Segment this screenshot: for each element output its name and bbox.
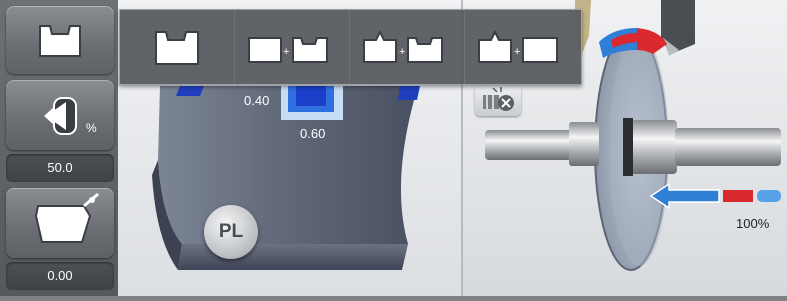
groove-depth-value: 0.40: [244, 93, 270, 108]
groove-profile-icon: [155, 31, 199, 65]
progress-red-segment: [723, 190, 753, 202]
progress-arrow: [649, 182, 781, 210]
bevel-profile-icon: [39, 25, 81, 57]
bevel-position-button[interactable]: [6, 80, 114, 150]
edge-safety-bevel-icon: [34, 192, 99, 243]
bevel-plus-flat-icon: +: [478, 29, 558, 63]
option-bevel-plus-flat[interactable]: +: [465, 10, 579, 84]
bevel-plus-groove-icon: +: [363, 29, 443, 63]
material-badge[interactable]: PL: [204, 205, 258, 259]
position-unit-label: %: [86, 121, 97, 135]
bevel-type-popup: + + +: [119, 9, 582, 85]
progress-blue-segment: [757, 190, 781, 202]
flat-plus-groove-icon: +: [248, 37, 328, 63]
bevel-profile-button[interactable]: [6, 6, 114, 74]
progress-arrow-head: [649, 182, 720, 210]
option-bevel-plus-groove[interactable]: +: [350, 10, 465, 84]
edge-safety-bevel-button[interactable]: [6, 188, 114, 258]
progress-label: 100%: [736, 216, 770, 231]
bevel-position-value[interactable]: 50.0: [6, 154, 114, 182]
groove-width-value: 0.60: [300, 126, 326, 141]
tool-disable-button[interactable]: [475, 86, 521, 116]
edge-safety-bevel-value[interactable]: 0.00: [6, 262, 114, 290]
tool-disable-icon: [483, 87, 514, 111]
option-groove[interactable]: [120, 10, 235, 84]
svg-text:+: +: [514, 46, 520, 58]
bevel-position-icon: [44, 97, 77, 135]
bevel-side-panel: % 50.0 0.00: [0, 0, 118, 296]
svg-text:+: +: [399, 46, 405, 58]
svg-text:+: +: [283, 46, 289, 58]
option-flat-plus-groove[interactable]: +: [235, 10, 350, 84]
